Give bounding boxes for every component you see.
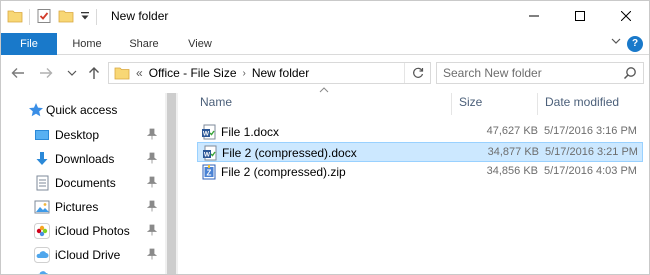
svg-text:W: W (204, 152, 211, 159)
column-header-name[interactable]: Name (200, 95, 232, 109)
documents-icon (34, 175, 50, 191)
up-button[interactable] (85, 64, 103, 82)
column-divider[interactable] (537, 93, 538, 115)
expand-ribbon-icon[interactable] (611, 36, 621, 49)
star-icon (28, 102, 44, 118)
file-date: 5/17/2016 3:21 PM (545, 146, 638, 158)
breadcrumb-new-folder[interactable]: New folder (252, 66, 309, 80)
tab-view[interactable]: View (177, 33, 223, 55)
toolbar-separator (96, 9, 97, 25)
sidebar-item-label: Pictures (55, 200, 99, 214)
quick-access-toolbar (7, 7, 97, 27)
pin-icon[interactable] (146, 224, 158, 236)
file-size: 34,856 KB (486, 165, 538, 177)
file-row[interactable]: W File 1.docx 47,627 KB 5/17/2016 3:16 P… (197, 122, 643, 142)
word-doc-icon: W (202, 145, 218, 161)
sidebar-item-documents[interactable]: Documents (1, 171, 163, 195)
icloud-photos-icon (34, 223, 50, 239)
sidebar-item-pictures[interactable]: Pictures (1, 195, 163, 219)
back-button[interactable] (9, 64, 27, 82)
search-icon[interactable] (623, 66, 637, 83)
new-folder-icon[interactable] (58, 9, 74, 26)
file-name: File 2 (compressed).zip (221, 165, 346, 179)
explorer-window: New folder File Home Share View ? « Offi… (0, 0, 650, 275)
sidebar-item-icloud-photos[interactable]: iCloud Photos (1, 219, 163, 243)
sidebar-item-label: Desktop (55, 128, 100, 142)
minimize-button[interactable] (511, 1, 557, 31)
pin-icon[interactable] (146, 200, 158, 212)
pin-icon[interactable] (146, 176, 158, 188)
zip-archive-icon: Z (201, 164, 217, 180)
file-date: 5/17/2016 4:03 PM (544, 165, 637, 177)
pin-icon[interactable] (146, 248, 158, 260)
scrollbar-thumb[interactable] (167, 93, 176, 274)
breadcrumb-office-file-size[interactable]: Office - File Size (149, 66, 237, 80)
file-date: 5/17/2016 3:16 PM (544, 125, 637, 137)
desktop-icon (34, 127, 50, 143)
sort-ascending-icon (319, 85, 329, 96)
file-size: 47,627 KB (486, 125, 538, 137)
sidebar-item-label: Downloads (55, 152, 115, 166)
refresh-button[interactable] (404, 63, 430, 83)
search-input[interactable] (443, 63, 613, 83)
file-name: File 1.docx (221, 125, 280, 139)
column-divider[interactable] (451, 93, 452, 115)
sidebar-item-quick-access[interactable]: Quick access (1, 98, 163, 122)
sidebar-item-label: iCloud Drive (55, 248, 121, 262)
sidebar-item-icloud-drive[interactable]: iCloud Drive (1, 243, 163, 267)
ribbon-tabs: File Home Share View ? (1, 33, 649, 55)
column-header-size[interactable]: Size (459, 95, 482, 109)
svg-text:W: W (203, 131, 210, 138)
word-doc-icon: W (201, 124, 217, 140)
tab-home[interactable]: Home (63, 33, 111, 55)
pin-icon[interactable] (146, 128, 158, 140)
pin-icon[interactable] (146, 152, 158, 164)
window-title: New folder (111, 9, 169, 23)
column-header-date-modified[interactable]: Date modified (545, 95, 619, 109)
tab-file[interactable]: File (1, 33, 57, 55)
sidebar-item-downloads[interactable]: Downloads (1, 147, 163, 171)
download-icon (34, 151, 50, 167)
customize-toolbar-icon[interactable] (80, 10, 90, 25)
chevron-right-icon[interactable]: › (243, 68, 246, 79)
sidebar-item-desktop[interactable]: Desktop (1, 123, 163, 147)
file-row[interactable]: Z File 2 (compressed).zip 34,856 KB 5/17… (197, 162, 643, 182)
sidebar-scrollbar[interactable] (165, 93, 178, 274)
maximize-button[interactable] (557, 1, 603, 31)
file-list: Name Size Date modified W File 1.docx 47… (179, 87, 649, 274)
sidebar-item-partial-icon (34, 268, 50, 274)
file-name: File 2 (compressed).docx (222, 146, 357, 160)
sidebar-item-label: iCloud Photos (55, 224, 130, 238)
title-bar: New folder (1, 1, 649, 33)
sidebar-item-label: Quick access (46, 103, 118, 117)
close-button[interactable] (603, 1, 649, 31)
navigation-pane: Quick access Desktop Downloads Documents… (1, 93, 179, 274)
folder-icon (114, 66, 130, 80)
icloud-drive-icon (34, 247, 50, 263)
recent-locations-button[interactable] (63, 64, 81, 82)
svg-text:Z: Z (207, 169, 212, 178)
window-controls (511, 1, 649, 31)
help-button[interactable]: ? (627, 36, 643, 52)
search-box[interactable] (436, 62, 644, 84)
forward-button[interactable] (37, 64, 55, 82)
address-bar[interactable]: « Office - File Size › New folder (108, 62, 431, 84)
address-overflow[interactable]: « (136, 66, 143, 80)
folder-icon (7, 9, 23, 26)
file-size: 34,877 KB (487, 146, 539, 158)
sidebar-item-label: Documents (55, 176, 116, 190)
pictures-icon (34, 199, 50, 215)
tab-share[interactable]: Share (119, 33, 169, 55)
properties-icon[interactable] (36, 8, 52, 27)
toolbar-separator (29, 9, 30, 25)
file-row-selected[interactable]: W File 2 (compressed).docx 34,877 KB 5/1… (197, 142, 643, 162)
